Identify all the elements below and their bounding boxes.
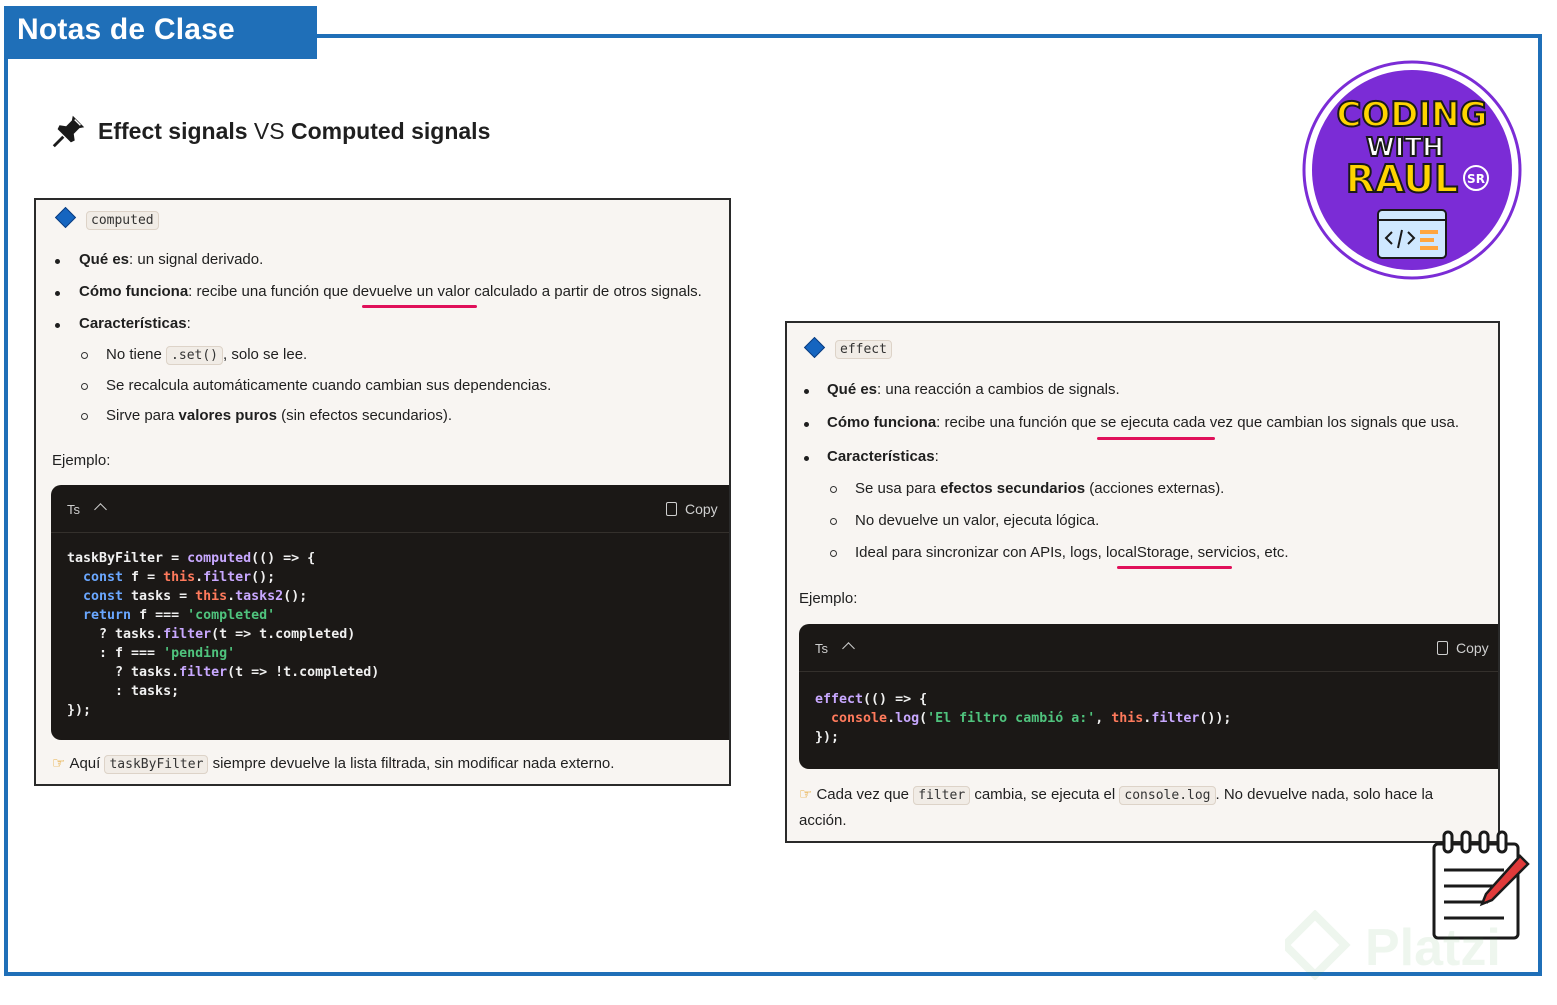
pushpin-icon [52, 115, 85, 148]
effect-ejemplo: Ejemplo: [799, 590, 858, 607]
diamond-icon [54, 206, 77, 229]
svg-text:Platzi: Platzi [1365, 919, 1501, 977]
code-header: Ts Copy [799, 624, 1498, 672]
computed-caracteristicas: Características: [79, 315, 191, 332]
sub-bullet [81, 383, 88, 390]
effect-caracteristicas: Características: [827, 448, 939, 465]
sub-bullet [81, 413, 88, 420]
sub-bullet [830, 518, 837, 525]
pointing-hand-icon: ☞ [52, 755, 66, 772]
bullet [55, 291, 60, 296]
computed-como-funciona: Cómo funciona: recibe una función que de… [79, 283, 702, 300]
computed-card: computed Qué es: un signal derivado. Cóm… [34, 198, 731, 786]
computed-sub3: Sirve para valores puros (sin efectos se… [106, 407, 452, 424]
sub-bullet [81, 352, 88, 359]
heading-text: Effect signals VS Computed signals [98, 117, 491, 144]
bullet [804, 389, 809, 394]
highlight-underline [362, 305, 477, 308]
highlight-underline [1117, 566, 1232, 569]
effect-card: effect Qué es: una reacción a cambios de… [785, 321, 1500, 843]
platzi-watermark: Platzi [1285, 910, 1501, 980]
code-header: Ts Copy [51, 485, 729, 533]
computed-ejemplo: Ejemplo: [52, 452, 111, 469]
code-language: Ts [67, 502, 80, 517]
computed-code-block: Ts Copy taskByFilter = computed(() => { … [51, 485, 729, 740]
computed-que-es: Qué es: un signal derivado. [79, 251, 264, 268]
computed-tag: computed [86, 211, 159, 230]
bullet [55, 259, 60, 264]
effect-code-block: Ts Copy effect(() => { console.log('El f… [799, 624, 1498, 769]
effect-sub3: Ideal para sincronizar con APIs, logs, l… [855, 544, 1289, 561]
code-language: Ts [815, 641, 828, 656]
copy-icon [666, 502, 677, 516]
effect-sub1: Se usa para efectos secundarios (accione… [855, 480, 1225, 497]
copy-icon [1437, 641, 1448, 655]
copy-button[interactable]: Copy [1437, 640, 1489, 656]
bullet [804, 456, 809, 461]
effect-tag: effect [835, 340, 892, 359]
computed-note: ☞ Aquí taskByFilter siempre devuelve la l… [52, 755, 615, 774]
computed-code: taskByFilter = computed(() => { const f … [67, 551, 380, 718]
effect-code: effect(() => { console.log('El filtro ca… [815, 692, 1232, 745]
svg-text:CODING: CODING [1336, 95, 1487, 135]
computed-sub1: No tiene .set(), solo se lee. [106, 346, 308, 365]
effect-note-line2: acción. [799, 812, 847, 829]
copy-button[interactable]: Copy [666, 501, 718, 517]
bullet [804, 422, 809, 427]
section-heading: Effect signals VS Computed signals [50, 112, 490, 150]
effect-note: ☞ Cada vez que filter cambia, se ejecuta … [799, 786, 1434, 805]
diamond-icon [803, 336, 826, 359]
coding-with-raul-logo: CODING WITH RAUL SR [1302, 60, 1522, 280]
collapse-chevron-icon[interactable] [842, 642, 855, 655]
computed-sub2: Se recalcula automáticamente cuando camb… [106, 377, 552, 394]
pointing-hand-icon: ☞ [799, 786, 813, 803]
effect-que-es: Qué es: una reacción a cambios de signal… [827, 381, 1120, 398]
effect-sub2: No devuelve un valor, ejecuta lógica. [855, 512, 1100, 529]
svg-text:RAUL: RAUL [1346, 157, 1459, 201]
highlight-underline [1097, 437, 1215, 440]
sub-bullet [830, 550, 837, 557]
effect-como-funciona: Cómo funciona: recibe una función que se… [827, 414, 1460, 431]
page-title: Notas de Clase [4, 6, 317, 59]
collapse-chevron-icon[interactable] [94, 503, 107, 516]
svg-text:SR: SR [1467, 172, 1485, 186]
sub-bullet [830, 486, 837, 493]
bullet [55, 323, 60, 328]
